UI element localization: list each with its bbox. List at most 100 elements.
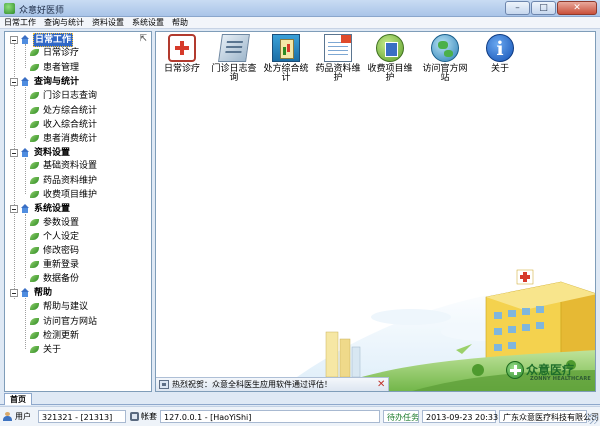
home-icon — [20, 288, 30, 297]
leaf-icon — [30, 275, 39, 282]
nav-item-relogin[interactable]: 重新登录 — [30, 258, 79, 271]
nav-group-daily-work[interactable]: 日常工作 — [10, 32, 74, 47]
menu-query-stats[interactable]: 查询与统计 — [40, 17, 88, 28]
tree-line — [25, 158, 26, 194]
user-icon — [3, 412, 12, 421]
nav-group-query-stats[interactable]: 查询与统计 — [10, 75, 80, 88]
nav-item-label: 日常诊疗 — [43, 47, 80, 58]
status-company: 广东众意医疗科技有限公司 — [499, 410, 599, 423]
nav-item-label: 门诊日志查询 — [43, 90, 98, 101]
home-icon — [20, 148, 30, 157]
nav-group-label: 查询与统计 — [34, 76, 80, 87]
leaf-icon — [30, 318, 39, 325]
menu-help[interactable]: 帮助 — [168, 17, 192, 28]
tool-label: 日常诊疗 — [163, 64, 200, 74]
notice-bar: 热烈祝贺：众意全科医生应用软件通过评估！ ✕ — [156, 377, 389, 391]
tab-home[interactable]: 首页 — [4, 393, 32, 405]
tree-line — [25, 44, 26, 68]
notice-text[interactable]: 热烈祝贺：众意全科医生应用软件通过评估！ — [172, 380, 332, 390]
tool-label: 处方综合统计 — [263, 64, 309, 83]
nav-item-basic-data-settings[interactable]: 基础资料设置 — [30, 159, 97, 172]
nav-item-label: 个人设定 — [43, 231, 80, 242]
nav-item-label: 收入综合统计 — [43, 119, 98, 130]
window-controls: – □ ✕ — [504, 1, 597, 15]
nav-item-parameter-settings[interactable]: 参数设置 — [30, 216, 79, 229]
nav-item-patient-management[interactable]: 患者管理 — [30, 61, 79, 74]
nav-item-visit-website[interactable]: 访问官方网站 — [30, 315, 97, 328]
tool-prescription-stats[interactable]: 处方综合统计 — [261, 34, 311, 83]
nav-item-data-backup[interactable]: 数据备份 — [30, 272, 79, 285]
spreadsheet-icon — [324, 34, 352, 62]
collapse-icon[interactable] — [10, 35, 18, 44]
menu-data-settings[interactable]: 资料设置 — [88, 17, 128, 28]
status-account-value: 127.0.0.1 - [HaoYiShi] — [160, 410, 380, 423]
collapse-icon[interactable] — [10, 288, 18, 297]
cross-logo-icon — [506, 361, 524, 379]
tab-strip: 首页 — [0, 393, 600, 405]
status-bar: 用户 321321 - [21313] 帐套 127.0.0.1 - [HaoY… — [0, 406, 600, 426]
close-button[interactable]: ✕ — [557, 1, 597, 15]
nav-item-label: 访问官方网站 — [43, 316, 98, 327]
nav-group-data-settings[interactable]: 资料设置 — [10, 146, 71, 159]
menu-system-settings[interactable]: 系统设置 — [128, 17, 168, 28]
nav-item-label: 帮助与建议 — [43, 301, 89, 312]
pending-tasks[interactable]: 待办任务 — [383, 410, 419, 423]
tool-fee-item-maintenance[interactable]: 收费项目维护 — [365, 34, 415, 83]
nav-item-fee-item-maintenance[interactable]: 收费项目维护 — [30, 188, 97, 201]
collapse-icon[interactable] — [10, 148, 18, 157]
leaf-icon — [30, 135, 39, 142]
brand-subtitle: ZONNY HEALTHCARE — [530, 376, 592, 382]
tool-daily-diagnosis[interactable]: 日常诊疗 — [157, 34, 207, 74]
tool-label: 药品资料维护 — [315, 64, 361, 83]
leaf-icon — [30, 107, 39, 114]
nav-item-help-feedback[interactable]: 帮助与建议 — [30, 300, 88, 313]
nav-item-label: 患者管理 — [43, 62, 80, 73]
nav-group-help[interactable]: 帮助 — [10, 286, 53, 299]
nav-item-patient-spending-stats[interactable]: 患者消费统计 — [30, 132, 97, 145]
tool-label: 关于 — [490, 64, 509, 74]
collapse-icon[interactable] — [10, 77, 18, 86]
nav-group-system-settings[interactable]: 系统设置 — [10, 202, 71, 215]
nav-item-prescription-stats[interactable]: 处方综合统计 — [30, 104, 97, 117]
nav-item-drug-data-maintenance[interactable]: 药品资料维护 — [30, 174, 97, 187]
tool-label: 收费项目维护 — [367, 64, 413, 83]
leaf-icon — [30, 303, 39, 310]
leaf-icon — [30, 191, 39, 198]
leaf-icon — [30, 346, 39, 353]
pin-icon[interactable]: ⇱ — [139, 34, 147, 44]
resize-grip[interactable] — [588, 414, 598, 424]
tool-visit-website[interactable]: 访问官方网站 — [420, 34, 470, 83]
home-icon — [20, 77, 30, 86]
tree-line — [25, 298, 26, 349]
home-icon — [20, 35, 30, 44]
window-title: 众意好医师 — [19, 6, 65, 16]
nav-item-label: 基础资料设置 — [43, 160, 98, 171]
app-icon — [4, 3, 15, 14]
nav-item-about[interactable]: 关于 — [30, 343, 61, 356]
collapse-icon[interactable] — [10, 204, 18, 213]
nav-group-label: 帮助 — [34, 287, 53, 298]
notice-close-icon[interactable]: ✕ — [377, 379, 385, 390]
maximize-button[interactable]: □ — [531, 1, 556, 15]
title-bar: 众意好医师 – □ ✕ — [0, 0, 600, 17]
nav-item-check-updates[interactable]: 检测更新 — [30, 329, 79, 342]
menu-daily-work[interactable]: 日常工作 — [0, 17, 40, 28]
nav-item-change-password[interactable]: 修改密码 — [30, 244, 79, 257]
leaf-icon — [30, 219, 39, 226]
minimize-button[interactable]: – — [505, 1, 530, 15]
nav-item-label: 患者消费统计 — [43, 133, 98, 144]
navigation-panel: ⇱ 日常工作 日常诊疗 患者管理 查询与统计 门诊日志查询 处方综合统计 收入综… — [4, 31, 152, 392]
nav-item-income-stats[interactable]: 收入综合统计 — [30, 118, 97, 131]
tool-clinic-log-query[interactable]: 门诊日志查询 — [209, 34, 259, 83]
tool-label: 访问官方网站 — [422, 64, 468, 83]
nav-item-clinic-log-query[interactable]: 门诊日志查询 — [30, 89, 97, 102]
nav-item-personal-settings[interactable]: 个人设定 — [30, 230, 79, 243]
notice-icon — [159, 380, 169, 389]
account-icon — [130, 412, 139, 421]
nav-item-label: 重新登录 — [43, 259, 80, 270]
nav-item-daily-diagnosis[interactable]: 日常诊疗 — [30, 46, 79, 59]
tool-about[interactable]: i 关于 — [475, 34, 525, 74]
tree-line — [25, 87, 26, 138]
tool-drug-data-maintenance[interactable]: 药品资料维护 — [313, 34, 363, 83]
nav-item-label: 药品资料维护 — [43, 175, 98, 186]
